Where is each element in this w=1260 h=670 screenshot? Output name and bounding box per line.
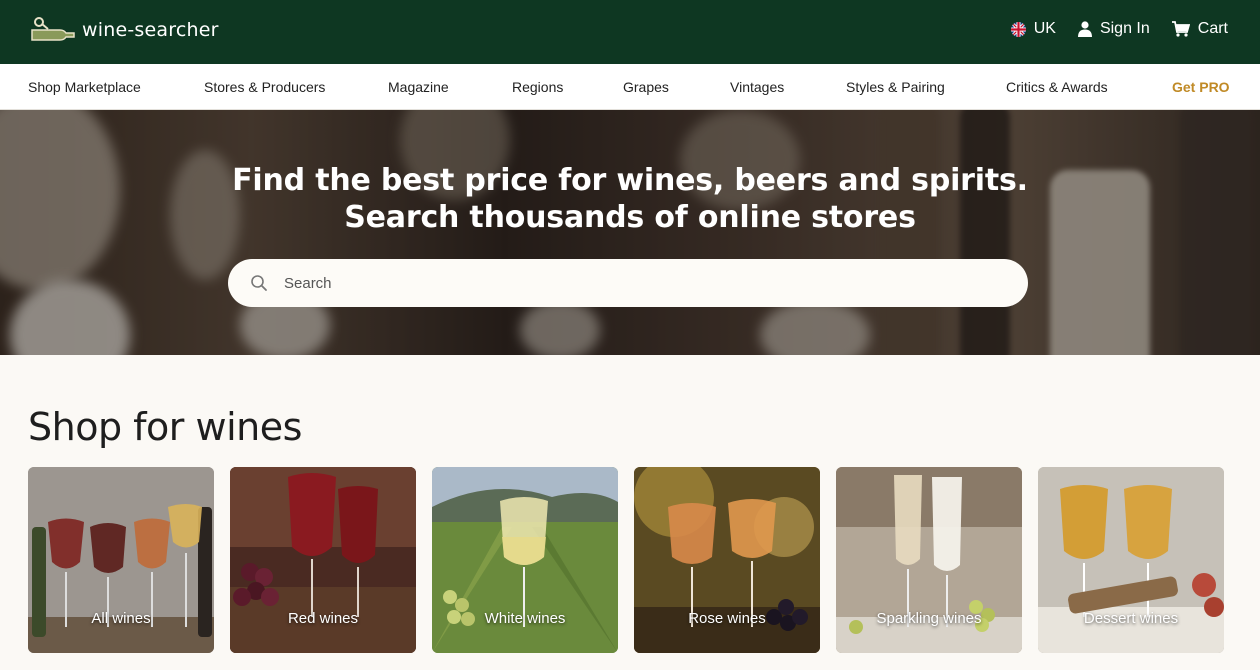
- search-bar[interactable]: [228, 259, 1028, 307]
- search-input[interactable]: [284, 274, 984, 292]
- nav-styles-pairing[interactable]: Styles & Pairing: [846, 79, 945, 95]
- logo-text: wine-searcher: [82, 19, 219, 41]
- card-rose-wines[interactable]: Rose wines: [634, 467, 820, 653]
- card-sparkling-wines[interactable]: Sparkling wines: [836, 467, 1022, 653]
- card-all-wines[interactable]: All wines: [28, 467, 214, 653]
- sign-in-label: Sign In: [1099, 20, 1150, 37]
- logo[interactable]: wine-searcher: [30, 15, 219, 45]
- hero-banner: Find the best price for wines, beers and…: [0, 110, 1260, 355]
- top-header: wine-searcher UK Sign In Cart: [0, 0, 1260, 64]
- nav-stores-producers[interactable]: Stores & Producers: [204, 79, 325, 95]
- section-title: Shop for wines: [28, 405, 302, 449]
- card-label: Rose wines: [688, 610, 766, 627]
- hero-subheadline: Search thousands of online stores: [344, 200, 916, 235]
- sign-in-button[interactable]: Sign In: [1077, 20, 1150, 38]
- region-label: UK: [1033, 20, 1056, 37]
- uk-flag-icon: [1010, 21, 1026, 37]
- nav-grapes[interactable]: Grapes: [623, 79, 669, 95]
- card-label: Dessert wines: [1083, 610, 1179, 627]
- user-icon: [1077, 21, 1092, 37]
- hero-headline: Find the best price for wines, beers and…: [232, 163, 1028, 198]
- card-label: Red wines: [287, 610, 359, 627]
- card-white-wines[interactable]: White wines: [432, 467, 618, 653]
- card-label: All wines: [91, 610, 151, 627]
- nav-magazine[interactable]: Magazine: [388, 79, 449, 95]
- card-label: White wines: [484, 610, 566, 627]
- header-actions: UK Sign In Cart: [1010, 0, 1228, 58]
- cart-button[interactable]: Cart: [1171, 20, 1228, 38]
- region-selector[interactable]: UK: [1010, 20, 1056, 38]
- card-red-wines[interactable]: Red wines: [230, 467, 416, 653]
- cart-label: Cart: [1197, 20, 1228, 37]
- card-label: Sparkling wines: [876, 610, 982, 627]
- search-icon: [251, 275, 267, 291]
- nav-vintages[interactable]: Vintages: [730, 79, 784, 95]
- main-nav: Shop Marketplace Stores & Producers Maga…: [0, 64, 1260, 110]
- card-dessert-wines[interactable]: Dessert wines: [1038, 467, 1224, 653]
- nav-critics-awards[interactable]: Critics & Awards: [1006, 79, 1108, 95]
- cart-icon: [1171, 21, 1190, 37]
- wine-bottle-logo-icon: [31, 17, 75, 41]
- nav-regions[interactable]: Regions: [512, 79, 563, 95]
- nav-get-pro[interactable]: Get PRO: [1172, 79, 1230, 95]
- nav-shop-marketplace[interactable]: Shop Marketplace: [28, 79, 141, 95]
